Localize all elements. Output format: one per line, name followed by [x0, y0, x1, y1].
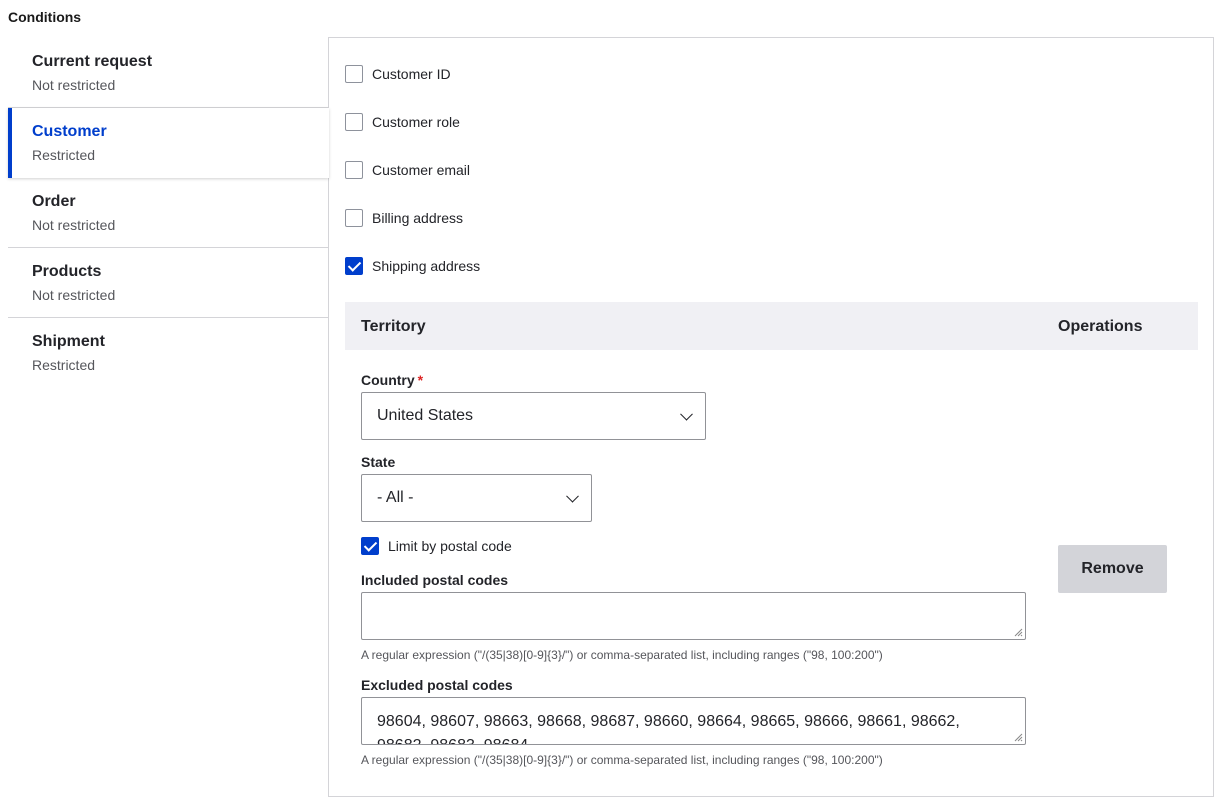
column-territory: Territory — [361, 318, 426, 335]
excluded-postal-value: 98604, 98607, 98663, 98668, 98687, 98660… — [377, 713, 960, 744]
tab-status: Not restricted — [32, 77, 116, 93]
tab-title: Shipment — [32, 333, 105, 350]
tab-customer[interactable]: Customer Restricted — [8, 108, 329, 178]
excluded-postal-description: A regular expression ("/(35|38)[0-9]{3}/… — [361, 753, 883, 767]
customer-id-checkbox[interactable] — [345, 65, 363, 83]
section-title: Conditions — [8, 9, 82, 25]
tab-status: Restricted — [32, 357, 96, 373]
limit-postal-checkbox[interactable] — [361, 537, 379, 555]
customer-email-option[interactable]: Customer email — [345, 161, 470, 179]
required-marker: * — [417, 372, 424, 388]
checkbox-label: Limit by postal code — [388, 538, 512, 554]
checkbox-label: Shipping address — [372, 258, 481, 274]
tab-products[interactable]: Products Not restricted — [8, 248, 329, 318]
included-postal-description: A regular expression ("/(35|38)[0-9]{3}/… — [361, 648, 883, 662]
tab-status: Not restricted — [32, 287, 116, 303]
tab-current-request[interactable]: Current request Not restricted — [8, 38, 329, 108]
limit-postal-option[interactable]: Limit by postal code — [361, 537, 512, 555]
country-label-text: Country — [361, 372, 415, 388]
customer-role-option[interactable]: Customer role — [345, 113, 460, 131]
chevron-down-icon — [680, 407, 693, 421]
country-label: Country * — [361, 372, 423, 388]
country-value: United States — [377, 407, 474, 424]
state-value: - All - — [377, 489, 414, 506]
state-label: State — [361, 454, 396, 470]
checkbox-label: Customer ID — [372, 66, 451, 82]
tab-status: Not restricted — [32, 217, 116, 233]
state-select[interactable]: - All - — [361, 474, 592, 522]
chevron-down-icon — [566, 489, 579, 503]
resize-handle-icon[interactable] — [1013, 627, 1023, 637]
shipping-address-checkbox[interactable] — [345, 257, 363, 275]
included-postal-label: Included postal codes — [361, 572, 509, 588]
checkbox-label: Billing address — [372, 210, 464, 226]
billing-address-option[interactable]: Billing address — [345, 209, 463, 227]
resize-handle-icon[interactable] — [1013, 732, 1023, 742]
country-select[interactable]: United States — [361, 392, 706, 440]
vertical-tabs: Current request Not restricted Customer … — [8, 38, 329, 388]
checkbox-label: Customer email — [372, 162, 471, 178]
checkbox-label: Customer role — [372, 114, 460, 130]
billing-address-checkbox[interactable] — [345, 209, 363, 227]
tab-title: Current request — [32, 53, 153, 70]
included-postal-input[interactable] — [361, 592, 1026, 640]
shipping-address-option[interactable]: Shipping address — [345, 257, 480, 275]
customer-email-checkbox[interactable] — [345, 161, 363, 179]
customer-role-checkbox[interactable] — [345, 113, 363, 131]
tab-title: Order — [32, 193, 76, 210]
tab-title: Customer — [32, 123, 107, 140]
tab-status: Restricted — [32, 147, 96, 163]
customer-id-option[interactable]: Customer ID — [345, 65, 451, 83]
excluded-postal-label: Excluded postal codes — [361, 677, 513, 693]
tab-order[interactable]: Order Not restricted — [8, 178, 329, 248]
tab-title: Products — [32, 263, 102, 280]
column-operations: Operations — [1058, 318, 1143, 335]
excluded-postal-input[interactable]: 98604, 98607, 98663, 98668, 98687, 98660… — [361, 697, 1026, 745]
remove-button[interactable]: Remove — [1058, 545, 1167, 593]
territory-table-header: Territory Operations — [345, 302, 1198, 350]
tab-shipment[interactable]: Shipment Restricted — [8, 318, 329, 388]
